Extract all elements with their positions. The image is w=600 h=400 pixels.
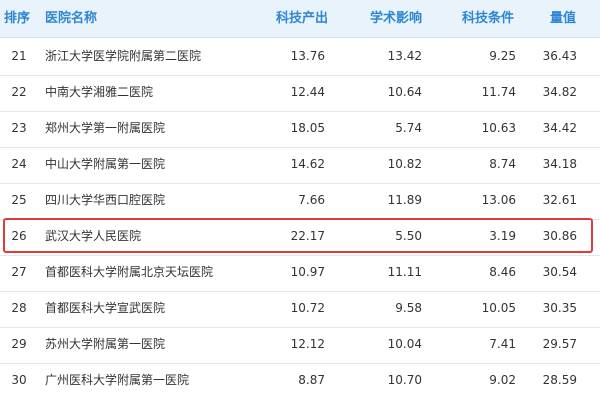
tech-conditions-cell: 11.74 bbox=[481, 85, 516, 99]
rank-cell: 30 bbox=[11, 373, 27, 387]
value-cell: 34.18 bbox=[542, 157, 577, 171]
value-cell: 28.59 bbox=[542, 373, 577, 387]
academic-impact-cell: 10.82 bbox=[387, 157, 422, 171]
tech-conditions-cell: 7.41 bbox=[489, 337, 516, 351]
academic-impact-cell: 5.50 bbox=[395, 229, 422, 243]
tech-conditions-cell: 10.05 bbox=[481, 301, 516, 315]
hospital-name-cell: 苏州大学附属第一医院 bbox=[45, 337, 166, 351]
tech-output-cell: 13.76 bbox=[290, 49, 325, 63]
academic-impact-cell: 10.64 bbox=[387, 85, 422, 99]
value-cell: 30.35 bbox=[542, 301, 577, 315]
hospital-name-cell: 浙江大学医学院附属第二医院 bbox=[45, 49, 202, 63]
academic-impact-cell: 10.04 bbox=[387, 337, 422, 351]
tech-output-cell: 14.62 bbox=[290, 157, 325, 171]
tech-conditions-cell: 9.02 bbox=[489, 373, 516, 387]
hospital-name-cell: 首都医科大学宣武医院 bbox=[45, 301, 166, 315]
value-cell: 30.54 bbox=[542, 265, 577, 279]
table-row[interactable]: 29 苏州大学附属第一医院 12.12 10.04 7.41 29.57 bbox=[0, 326, 600, 364]
academic-impact-cell: 9.58 bbox=[395, 301, 422, 315]
table-row[interactable]: 23 郑州大学第一附属医院 18.05 5.74 10.63 34.42 bbox=[0, 110, 600, 148]
table-row[interactable]: 27 首都医科大学附属北京天坛医院 10.97 11.11 8.46 30.54 bbox=[0, 254, 600, 292]
value-cell: 36.43 bbox=[542, 49, 577, 63]
hospital-name-cell: 郑州大学第一附属医院 bbox=[45, 121, 166, 135]
header-academic-impact[interactable]: 学术影响 bbox=[370, 0, 440, 37]
rank-cell: 25 bbox=[11, 193, 27, 207]
header-hospital-name[interactable]: 医院名称 bbox=[45, 0, 97, 37]
rank-cell: 29 bbox=[11, 337, 27, 351]
hospital-name-cell: 首都医科大学附属北京天坛医院 bbox=[45, 265, 214, 279]
tech-output-cell: 12.12 bbox=[290, 337, 325, 351]
academic-impact-cell: 5.74 bbox=[395, 121, 422, 135]
table-row[interactable]: 24 中山大学附属第一医院 14.62 10.82 8.74 34.18 bbox=[0, 146, 600, 184]
table-row[interactable]: 21 浙江大学医学院附属第二医院 13.76 13.42 9.25 36.43 bbox=[0, 38, 600, 76]
hospital-name-cell: 武汉大学人民医院 bbox=[45, 229, 142, 243]
tech-conditions-cell: 8.74 bbox=[489, 157, 516, 171]
tech-conditions-cell: 10.63 bbox=[481, 121, 516, 135]
tech-output-cell: 8.87 bbox=[298, 373, 325, 387]
tech-output-cell: 22.17 bbox=[290, 229, 325, 243]
rank-cell: 27 bbox=[11, 265, 27, 279]
table-row[interactable]: 22 中南大学湘雅二医院 12.44 10.64 11.74 34.82 bbox=[0, 74, 600, 112]
header-tech-output[interactable]: 科技产出 bbox=[276, 0, 346, 37]
rank-cell: 28 bbox=[11, 301, 27, 315]
header-value[interactable]: 量值 bbox=[550, 0, 590, 37]
tech-conditions-cell: 3.19 bbox=[489, 229, 516, 243]
table-row-highlighted[interactable]: 26 武汉大学人民医院 22.17 5.50 3.19 30.86 bbox=[0, 218, 600, 256]
academic-impact-cell: 11.11 bbox=[387, 265, 422, 279]
tech-output-cell: 12.44 bbox=[290, 85, 325, 99]
tech-conditions-cell: 9.25 bbox=[489, 49, 516, 63]
value-cell: 34.42 bbox=[542, 121, 577, 135]
hospital-name-cell: 广州医科大学附属第一医院 bbox=[45, 373, 190, 387]
value-cell: 34.82 bbox=[542, 85, 577, 99]
hospital-name-cell: 中山大学附属第一医院 bbox=[45, 157, 166, 171]
tech-output-cell: 10.72 bbox=[290, 301, 325, 315]
value-cell: 30.86 bbox=[542, 229, 577, 243]
header-rank[interactable]: 排序 bbox=[4, 0, 38, 37]
rank-cell: 23 bbox=[11, 121, 27, 135]
academic-impact-cell: 13.42 bbox=[387, 49, 422, 63]
academic-impact-cell: 10.70 bbox=[387, 373, 422, 387]
table-row[interactable]: 25 四川大学华西口腔医院 7.66 11.89 13.06 32.61 bbox=[0, 182, 600, 220]
header-tech-conditions[interactable]: 科技条件 bbox=[462, 0, 532, 37]
rank-cell: 21 bbox=[11, 49, 27, 63]
tech-output-cell: 7.66 bbox=[298, 193, 325, 207]
table-header: 排序 医院名称 科技产出 学术影响 科技条件 量值 bbox=[0, 0, 600, 38]
hospital-name-cell: 中南大学湘雅二医院 bbox=[45, 85, 154, 99]
rank-cell: 22 bbox=[11, 85, 27, 99]
tech-conditions-cell: 8.46 bbox=[489, 265, 516, 279]
academic-impact-cell: 11.89 bbox=[387, 193, 422, 207]
rank-cell: 26 bbox=[11, 229, 27, 243]
value-cell: 29.57 bbox=[542, 337, 577, 351]
tech-output-cell: 18.05 bbox=[290, 121, 325, 135]
rank-cell: 24 bbox=[11, 157, 27, 171]
tech-conditions-cell: 13.06 bbox=[481, 193, 516, 207]
tech-output-cell: 10.97 bbox=[290, 265, 325, 279]
hospital-name-cell: 四川大学华西口腔医院 bbox=[45, 193, 166, 207]
ranking-table: 排序 医院名称 科技产出 学术影响 科技条件 量值 21 浙江大学医学院附属第二… bbox=[0, 0, 600, 400]
table-row[interactable]: 28 首都医科大学宣武医院 10.72 9.58 10.05 30.35 bbox=[0, 290, 600, 328]
table-row[interactable]: 30 广州医科大学附属第一医院 8.87 10.70 9.02 28.59 bbox=[0, 362, 600, 399]
value-cell: 32.61 bbox=[542, 193, 577, 207]
